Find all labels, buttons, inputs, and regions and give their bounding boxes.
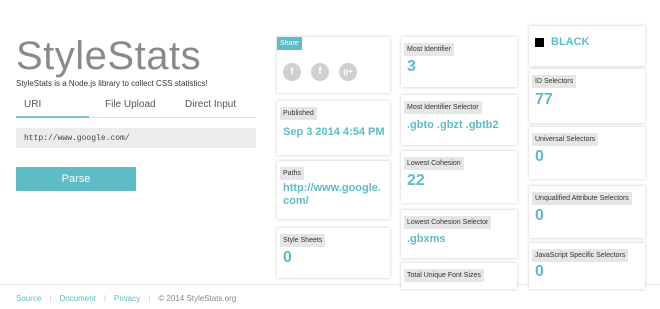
- most-identifier-value: 3: [407, 58, 416, 75]
- tab-uri[interactable]: URI: [24, 99, 41, 110]
- most-identifier-selector-label: Most Identifier Selector: [404, 101, 482, 114]
- footer-link-document[interactable]: Document: [59, 294, 95, 303]
- paths-value[interactable]: http://www.google.com/: [283, 182, 385, 208]
- url-input[interactable]: [16, 128, 256, 148]
- lowest-cohesion-value: 22: [407, 172, 425, 189]
- paths-label: Paths: [280, 167, 304, 180]
- id-selectors-value: 77: [535, 91, 553, 108]
- lowest-cohesion-label: Lowest Cohesion: [404, 157, 464, 170]
- most-identifier-card: Most Identifier 3: [401, 37, 517, 87]
- javascript-specific-selectors-value: 0: [535, 263, 544, 280]
- published-label: Published: [280, 107, 317, 120]
- style-sheets-label: Style Sheets: [280, 234, 326, 247]
- unqualified-attribute-selectors-card: Unqualified Attribute Selectors 0: [529, 186, 645, 238]
- style-sheets-card: Style Sheets 0: [277, 228, 390, 278]
- twitter-icon[interactable]: t: [283, 63, 301, 81]
- universal-selectors-card: Universal Selectors 0: [529, 127, 645, 179]
- share-card: Share t f g+: [277, 37, 390, 93]
- javascript-specific-selectors-label: JavaScript Specific Selectors: [532, 249, 629, 262]
- most-identifier-selector-card: Most Identifier Selector .gbto .gbzt .gb…: [401, 95, 517, 145]
- google-plus-icon[interactable]: g+: [339, 63, 357, 81]
- universal-selectors-value: 0: [535, 148, 544, 165]
- lowest-cohesion-selector-card: Lowest Cohesion Selector .gbxms: [401, 210, 517, 258]
- most-identifier-selector-value: .gbto .gbzt .gbtb2: [407, 119, 499, 131]
- javascript-specific-selectors-card: JavaScript Specific Selectors 0: [529, 243, 645, 289]
- id-selectors-card: ID Selectors 77: [529, 69, 645, 123]
- tagline: StyleStats is a Node.js library to colle…: [16, 79, 208, 88]
- published-card: Published Sep 3 2014 4:54 PM: [277, 101, 390, 155]
- parse-button[interactable]: Parse: [16, 167, 136, 191]
- color-card: BLACK: [529, 26, 645, 66]
- lowest-cohesion-card: Lowest Cohesion 22: [401, 151, 517, 203]
- color-swatch: [535, 38, 544, 47]
- app-logo-title: StyleStats: [16, 34, 202, 78]
- most-identifier-label: Most Identifier: [404, 43, 454, 56]
- total-unique-font-sizes-label: Total Unique Font Sizes: [404, 269, 484, 282]
- copyright: © 2014 StyleStats.org: [158, 294, 237, 303]
- active-tab-indicator: [16, 116, 89, 118]
- unqualified-attribute-selectors-label: Unqualified Attribute Selectors: [532, 192, 632, 205]
- published-value: Sep 3 2014 4:54 PM: [283, 126, 385, 138]
- universal-selectors-label: Universal Selectors: [532, 133, 599, 146]
- footer-link-privacy[interactable]: Privacy: [114, 294, 140, 303]
- id-selectors-label: ID Selectors: [532, 75, 577, 88]
- total-unique-font-sizes-card: Total Unique Font Sizes: [401, 263, 517, 289]
- paths-card: Paths http://www.google.com/: [277, 161, 390, 219]
- unqualified-attribute-selectors-value: 0: [535, 207, 544, 224]
- share-label: Share: [277, 37, 302, 50]
- color-value: BLACK: [551, 36, 590, 48]
- input-mode-tabs: URI File Upload Direct Input: [16, 99, 256, 117]
- facebook-icon[interactable]: f: [311, 63, 329, 81]
- style-sheets-value: 0: [283, 249, 292, 266]
- tab-direct-input[interactable]: Direct Input: [185, 99, 236, 110]
- footer: Source | Document | Privacy | © 2014 StyleStat…: [16, 294, 237, 303]
- tab-file-upload[interactable]: File Upload: [105, 99, 156, 110]
- footer-link-source[interactable]: Source: [16, 294, 41, 303]
- tabs-divider: [89, 117, 256, 118]
- lowest-cohesion-selector-label: Lowest Cohesion Selector: [404, 216, 492, 229]
- lowest-cohesion-selector-value: .gbxms: [407, 233, 446, 245]
